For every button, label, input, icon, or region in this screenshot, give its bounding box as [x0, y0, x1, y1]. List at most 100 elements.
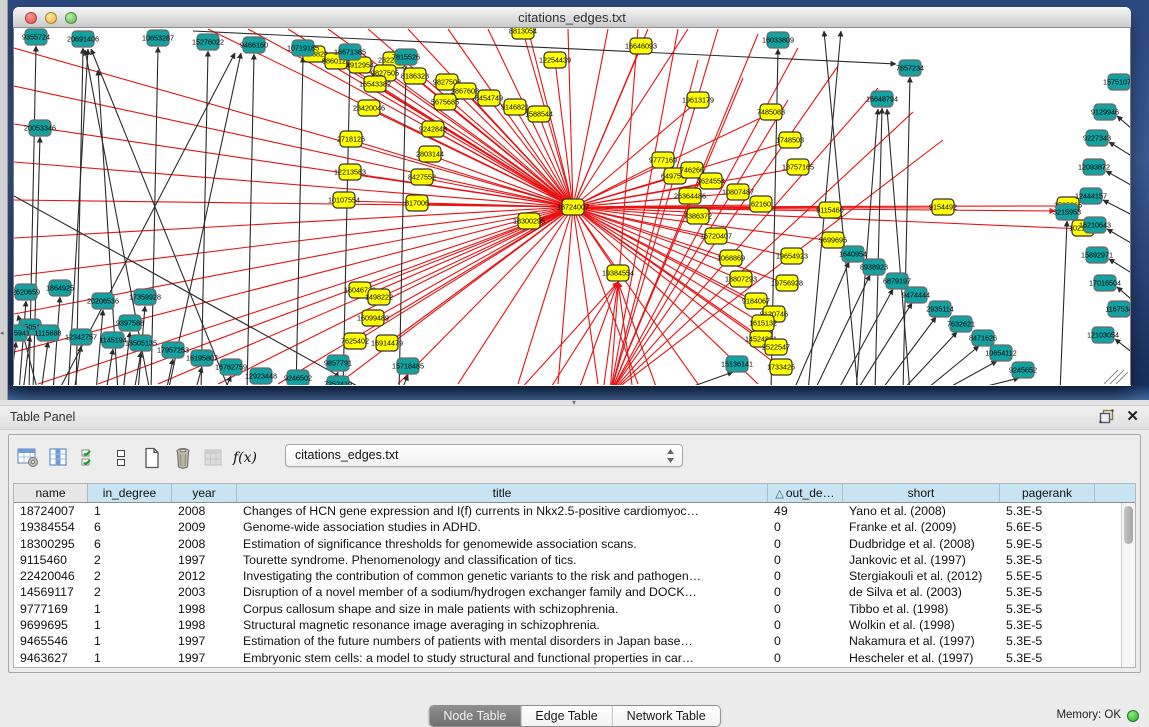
cell[interactable]: Estimation of significance thresholds fo… — [237, 536, 768, 552]
graph-node[interactable]: 7386372 — [684, 208, 712, 224]
cell[interactable]: Dudbridge et al. (2008) — [843, 536, 1000, 552]
cell[interactable]: 0 — [768, 568, 843, 584]
graph-node[interactable]: 8471626 — [969, 330, 997, 346]
network-window-titlebar[interactable]: citations_edges.txt — [13, 7, 1131, 28]
graph-node[interactable]: 19756928 — [771, 275, 803, 291]
graph-node[interactable]: 16099489 — [357, 310, 389, 326]
graph-node[interactable]: 9699695 — [819, 232, 847, 248]
cell[interactable]: Disruption of a novel member of a sodium… — [237, 584, 768, 600]
graph-node[interactable]: 8454749 — [475, 90, 503, 106]
graph-node[interactable]: 12254439 — [539, 52, 571, 68]
cell[interactable]: 5.3E-5 — [1000, 503, 1095, 519]
column-header-in_degree[interactable]: in_degree — [88, 484, 172, 502]
delete-table-button[interactable] — [172, 446, 194, 470]
cell[interactable]: 2008 — [172, 503, 237, 519]
table-row[interactable]: 946554611997Estimation of the future num… — [14, 633, 1121, 649]
cell[interactable]: 2012 — [172, 568, 237, 584]
cell[interactable]: Structural magnetic resonance image aver… — [237, 617, 768, 633]
graph-node[interactable]: 8427552 — [408, 169, 436, 185]
cell[interactable]: 1 — [88, 601, 172, 617]
cell[interactable]: Nakamura et al. (1997) — [843, 633, 1000, 649]
graph-node[interactable]: 2522547 — [762, 339, 790, 355]
graph-node[interactable]: 18757165 — [782, 159, 814, 175]
graph-node[interactable]: 1145194 — [99, 332, 126, 348]
new-table-button[interactable] — [141, 446, 163, 470]
table-row[interactable]: 1830029562008Estimation of significance … — [14, 536, 1121, 552]
graph-node[interactable]: 12103054 — [1087, 327, 1119, 343]
panel-resize-divider[interactable]: ▾ — [0, 400, 1149, 406]
graph-node[interactable]: 2803144 — [416, 146, 444, 162]
cell[interactable]: Corpus callosum shape and size in male p… — [237, 601, 768, 617]
left-panel-collapse-strip[interactable]: ◂ — [0, 0, 8, 400]
graph-node[interactable]: 12093872 — [1078, 159, 1110, 175]
graph-node[interactable]: 1068869 — [717, 250, 745, 266]
cell[interactable]: 1 — [88, 650, 172, 666]
graph-node[interactable]: 1615132 — [749, 315, 777, 331]
graph-node[interactable]: 12342757 — [65, 329, 97, 345]
graph-node[interactable]: 9777169 — [649, 152, 677, 168]
graph-node[interactable]: 16543382 — [359, 76, 391, 92]
graph-node[interactable]: 8813054 — [509, 28, 537, 39]
float-window-icon[interactable] — [1099, 409, 1114, 424]
graph-node[interactable]: 62160 — [750, 196, 772, 212]
graph-node[interactable]: 3215953 — [1053, 204, 1081, 220]
cell[interactable]: 1 — [88, 503, 172, 519]
graph-node[interactable]: 17016504 — [1089, 275, 1121, 291]
table-row[interactable]: 1938455462009Genome-wide association stu… — [14, 519, 1121, 535]
table-row[interactable]: 1872400712008Changes of HCN gene express… — [14, 503, 1121, 519]
table-header-row[interactable]: namein_degreeyeartitle△out_de…shortpager… — [14, 484, 1135, 503]
graph-node[interactable]: 20053346 — [24, 120, 56, 136]
graph-node[interactable]: 19384554 — [602, 265, 634, 281]
cell[interactable]: Wolkin et al. (1998) — [843, 617, 1000, 633]
table-mode-button[interactable] — [17, 446, 39, 470]
column-header-year[interactable]: year — [172, 484, 237, 502]
column-header-out_de[interactable]: △out_de… — [768, 484, 843, 502]
graph-node[interactable]: 16033809 — [762, 32, 794, 48]
cell[interactable]: 0 — [768, 617, 843, 633]
cell[interactable]: 2008 — [172, 536, 237, 552]
cell[interactable]: 2 — [88, 584, 172, 600]
graph-node[interactable]: 17359928 — [129, 289, 161, 305]
cell[interactable]: 5.3E-5 — [1000, 633, 1095, 649]
graph-node[interactable]: 9397588 — [116, 315, 144, 331]
graph-node[interactable]: 1748503 — [776, 132, 804, 148]
cell[interactable]: 1997 — [172, 650, 237, 666]
cell[interactable]: 1998 — [172, 601, 237, 617]
graph-node[interactable]: 8186328 — [401, 68, 429, 84]
table-body[interactable]: 1872400712008Changes of HCN gene express… — [14, 503, 1121, 667]
graph-node[interactable]: 7625402 — [341, 333, 369, 349]
graph-node[interactable]: 16210643 — [1079, 217, 1111, 233]
cell[interactable]: 5.3E-5 — [1000, 617, 1095, 633]
cell[interactable]: 0 — [768, 584, 843, 600]
graph-node[interactable]: 12213583 — [334, 164, 366, 180]
cell[interactable]: 6 — [88, 519, 172, 535]
cell[interactable]: 1997 — [172, 633, 237, 649]
graph-node[interactable]: 9242848 — [419, 121, 447, 137]
cell[interactable]: 5.3E-5 — [1000, 552, 1095, 568]
table-selector-dropdown[interactable]: citations_edges.txt — [285, 444, 683, 467]
cell[interactable]: 5.5E-5 — [1000, 568, 1095, 584]
cell[interactable]: Hescheler et al. (1997) — [843, 650, 1000, 666]
graph-node[interactable]: 12923448 — [245, 368, 277, 384]
graph-node[interactable]: 2935114 — [926, 301, 953, 317]
column-header-title[interactable]: title — [237, 484, 768, 502]
graph-node[interactable]: 9466160 — [240, 37, 268, 53]
cell[interactable]: 9699695 — [14, 617, 88, 633]
column-header-pagerank[interactable]: pagerank — [1000, 484, 1095, 502]
show-columns-button[interactable] — [48, 446, 70, 470]
import-table-icon[interactable] — [203, 446, 225, 470]
node-table[interactable]: namein_degreeyeartitle△out_de…shortpager… — [13, 483, 1136, 668]
table-row[interactable]: 2242004622012Investigating the contribut… — [14, 568, 1121, 584]
graph-node[interactable]: 16671385 — [334, 44, 366, 60]
cell[interactable]: 9777169 — [14, 601, 88, 617]
graph-node[interactable]: 10654112 — [985, 345, 1016, 361]
memory-ok-indicator[interactable] — [1127, 710, 1139, 722]
cell[interactable]: 5.6E-5 — [1000, 519, 1095, 535]
cell[interactable]: 0 — [768, 601, 843, 617]
graph-node[interactable]: 15718485 — [392, 358, 424, 374]
column-header-short[interactable]: short — [843, 484, 1000, 502]
scrollbar-thumb[interactable] — [1124, 506, 1133, 544]
graph-node[interactable]: 16914479 — [371, 335, 403, 351]
graph-node[interactable]: 1864925 — [46, 280, 74, 296]
cell[interactable]: Investigating the contribution of common… — [237, 568, 768, 584]
